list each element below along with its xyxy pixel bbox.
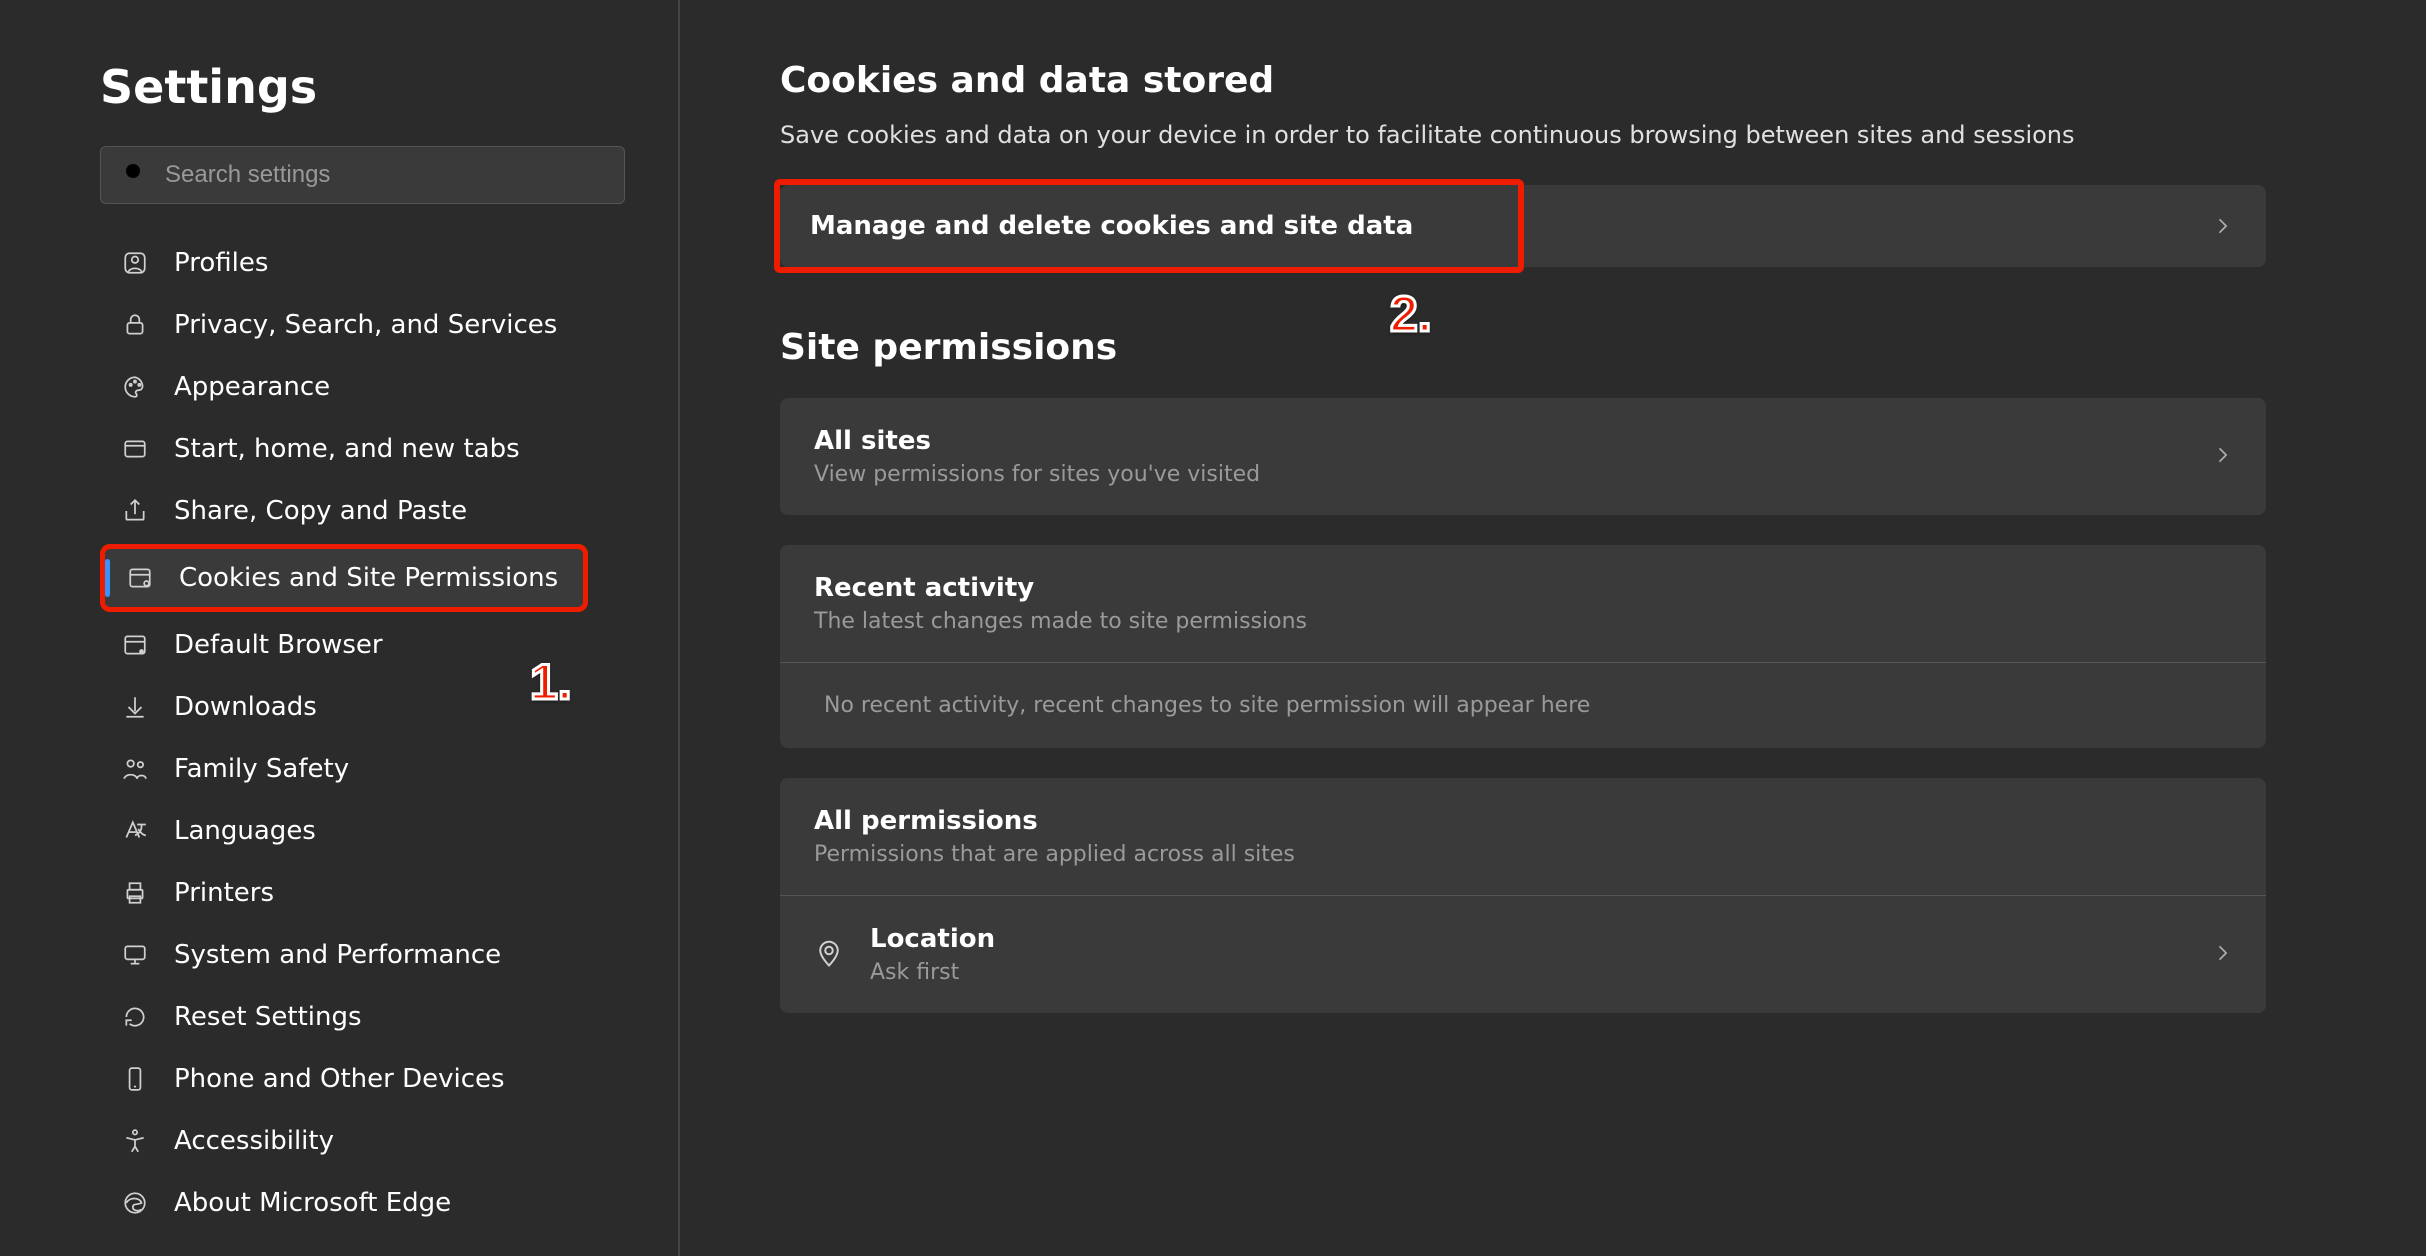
language-icon xyxy=(120,816,150,846)
phone-icon xyxy=(120,1064,150,1094)
permissions-heading: Site permissions xyxy=(780,327,2266,368)
sidebar-item-label: About Microsoft Edge xyxy=(174,1188,451,1218)
sidebar-item-label: Accessibility xyxy=(174,1126,334,1156)
chevron-right-icon xyxy=(2212,185,2266,267)
permission-location-title: Location xyxy=(870,924,995,954)
sidebar-item-label: Cookies and Site Permissions xyxy=(179,563,558,593)
settings-title: Settings xyxy=(100,60,588,114)
recent-activity-title: Recent activity xyxy=(814,573,1307,603)
cookies-heading: Cookies and data stored xyxy=(780,60,2266,101)
all-permissions-header: All permissions Permissions that are app… xyxy=(780,778,2266,895)
all-sites-title: All sites xyxy=(814,426,1260,456)
sidebar-item-label: Phone and Other Devices xyxy=(174,1064,505,1094)
printer-icon xyxy=(120,878,150,908)
sidebar-item-profiles[interactable]: Profiles xyxy=(100,234,588,292)
recent-activity-card: Recent activity The latest changes made … xyxy=(780,545,2266,748)
permission-location-row[interactable]: Location Ask first xyxy=(780,896,2266,1013)
all-sites-row[interactable]: All sites View permissions for sites you… xyxy=(780,398,2266,515)
sidebar-item-downloads[interactable]: Downloads xyxy=(100,678,588,736)
share-icon xyxy=(120,496,150,526)
sidebar-item-default-browser[interactable]: Default Browser xyxy=(100,616,588,674)
sidebar-item-system[interactable]: System and Performance xyxy=(100,926,588,984)
all-permissions-sub: Permissions that are applied across all … xyxy=(814,842,1295,867)
sidebar-item-label: Languages xyxy=(174,816,316,846)
sidebar-item-reset[interactable]: Reset Settings xyxy=(100,988,588,1046)
tab-icon xyxy=(120,434,150,464)
sidebar-item-label: Appearance xyxy=(174,372,330,402)
sidebar-item-phone[interactable]: Phone and Other Devices xyxy=(100,1050,588,1108)
sidebar-item-appearance[interactable]: Appearance xyxy=(100,358,588,416)
sidebar-item-label: Start, home, and new tabs xyxy=(174,434,520,464)
permission-location-sub: Ask first xyxy=(870,960,995,985)
sidebar-item-share[interactable]: Share, Copy and Paste xyxy=(100,482,588,540)
all-permissions-card: All permissions Permissions that are app… xyxy=(780,778,2266,1013)
sidebar-item-privacy[interactable]: Privacy, Search, and Services xyxy=(100,296,588,354)
all-sites-sub: View permissions for sites you've visite… xyxy=(814,462,1260,487)
sidebar-item-label: Reset Settings xyxy=(174,1002,362,1032)
recent-activity-header: Recent activity The latest changes made … xyxy=(780,545,2266,662)
accessibility-icon xyxy=(120,1126,150,1156)
settings-main: Cookies and data stored Save cookies and… xyxy=(680,0,2426,1256)
sidebar-item-about[interactable]: About Microsoft Edge xyxy=(100,1174,588,1232)
sidebar-item-accessibility[interactable]: Accessibility xyxy=(100,1112,588,1170)
chevron-right-icon xyxy=(2212,939,2232,971)
family-icon xyxy=(120,754,150,784)
chevron-right-icon xyxy=(2212,441,2232,473)
all-sites-card: All sites View permissions for sites you… xyxy=(780,398,2266,515)
manage-cookies-highlight: Manage and delete cookies and site data xyxy=(774,179,1524,273)
search-icon xyxy=(123,161,147,189)
recent-activity-sub: The latest changes made to site permissi… xyxy=(814,609,1307,634)
manage-cookies-label: Manage and delete cookies and site data xyxy=(810,211,1488,241)
sidebar-item-label: Downloads xyxy=(174,692,317,722)
edge-icon xyxy=(120,1188,150,1218)
sidebar-item-label: Family Safety xyxy=(174,754,349,784)
system-icon xyxy=(120,940,150,970)
sidebar-item-start[interactable]: Start, home, and new tabs xyxy=(100,420,588,478)
cookies-icon xyxy=(125,563,155,593)
recent-activity-empty: No recent activity, recent changes to si… xyxy=(780,663,2266,748)
cookies-description: Save cookies and data on your device in … xyxy=(780,121,2266,149)
browser-icon xyxy=(120,630,150,660)
sidebar-item-label: System and Performance xyxy=(174,940,501,970)
sidebar-item-label: Share, Copy and Paste xyxy=(174,496,467,526)
lock-icon xyxy=(120,310,150,340)
sidebar-item-family[interactable]: Family Safety xyxy=(100,740,588,798)
search-input[interactable] xyxy=(165,161,602,189)
sidebar-item-printers[interactable]: Printers xyxy=(100,864,588,922)
sidebar-item-label: Privacy, Search, and Services xyxy=(174,310,557,340)
sidebar-item-label: Printers xyxy=(174,878,274,908)
sidebar-item-cookies[interactable]: Cookies and Site Permissions xyxy=(100,544,588,612)
profile-icon xyxy=(120,248,150,278)
settings-sidebar: Settings Profiles Privacy, Search, and S… xyxy=(0,0,680,1256)
location-icon xyxy=(814,938,844,972)
sidebar-item-label: Default Browser xyxy=(174,630,383,660)
sidebar-item-label: Profiles xyxy=(174,248,268,278)
sidebar-item-languages[interactable]: Languages xyxy=(100,802,588,860)
download-icon xyxy=(120,692,150,722)
all-permissions-title: All permissions xyxy=(814,806,1295,836)
manage-cookies-row[interactable]: Manage and delete cookies and site data xyxy=(780,185,2266,267)
palette-icon xyxy=(120,372,150,402)
search-settings-box[interactable] xyxy=(100,146,625,204)
reset-icon xyxy=(120,1002,150,1032)
